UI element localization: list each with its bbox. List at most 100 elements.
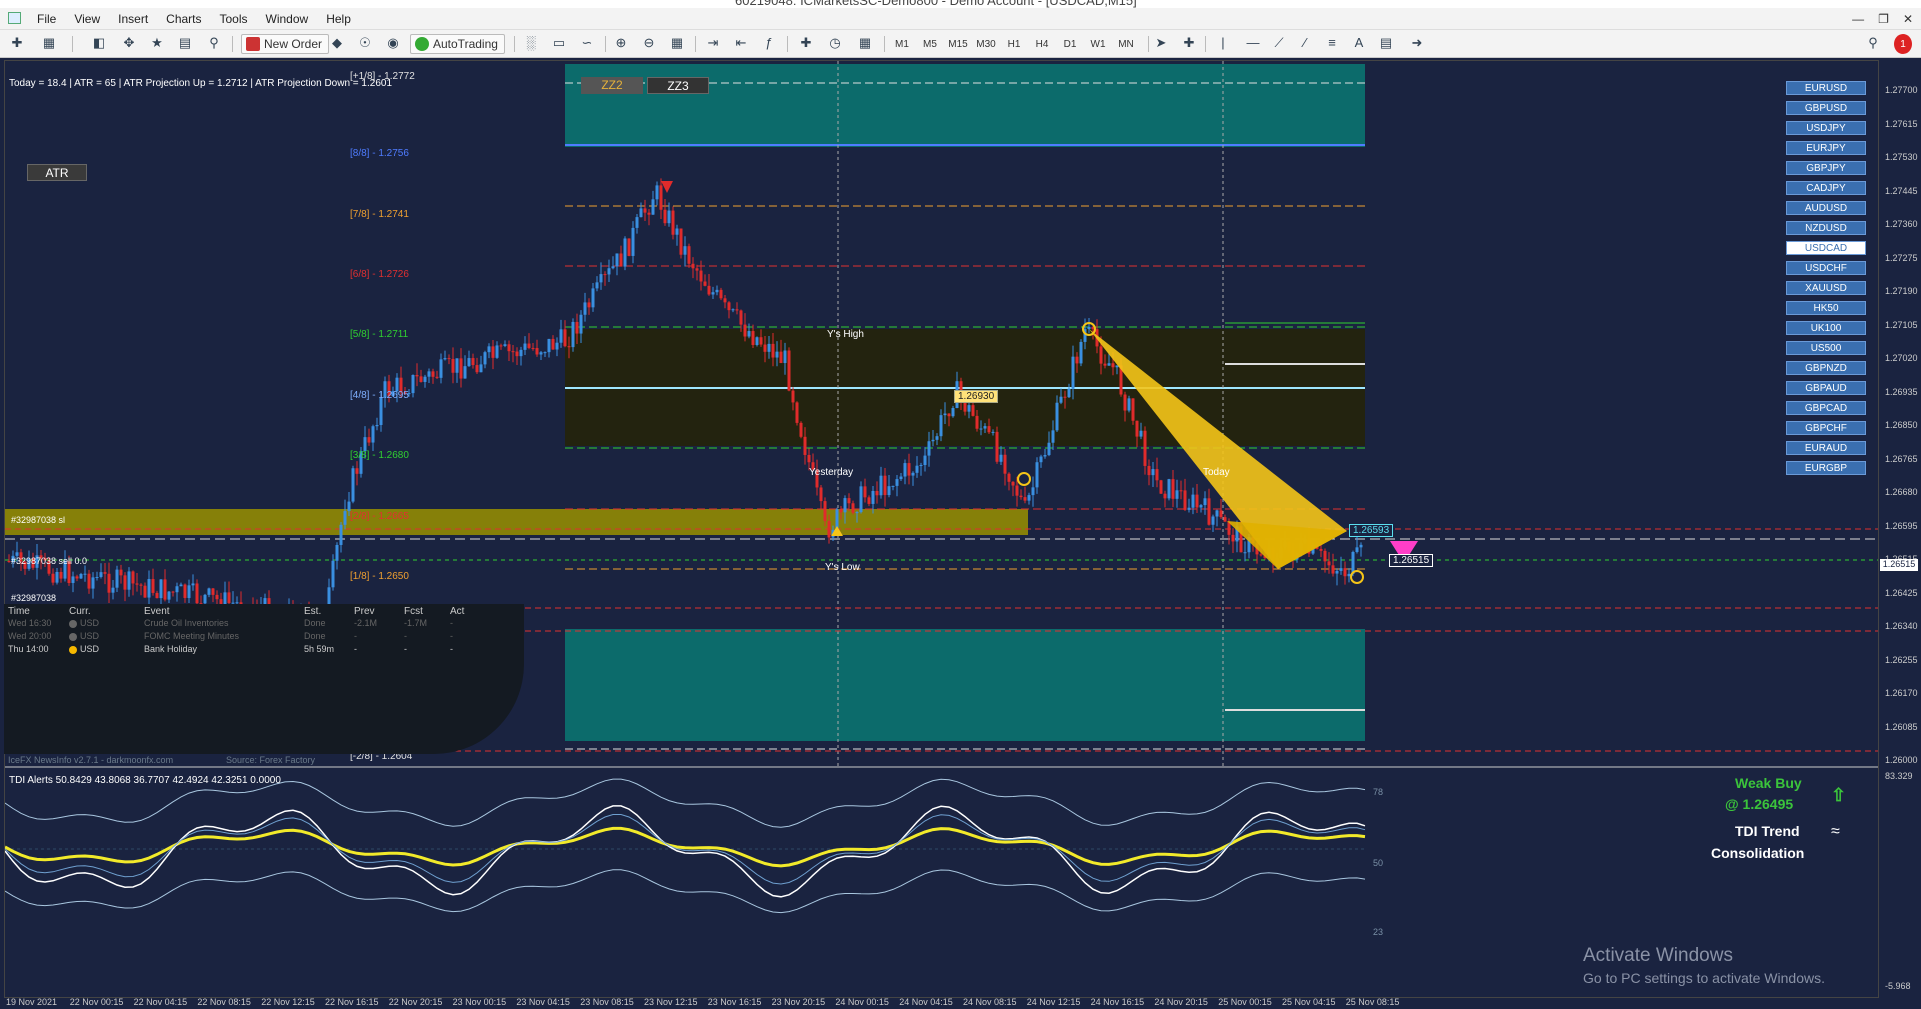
timeframe-m15[interactable]: M15 — [946, 39, 970, 50]
timeframe-m30[interactable]: M30 — [974, 39, 998, 50]
minimize-icon[interactable]: — — [1852, 12, 1864, 26]
templates-icon[interactable]: ▦ — [856, 34, 874, 52]
symbol-button-usdjpy[interactable]: USDJPY — [1786, 121, 1866, 135]
current-price-marker: 1.26515 — [1880, 559, 1918, 571]
symbol-button-uk100[interactable]: UK100 — [1786, 321, 1866, 335]
signals-icon[interactable]: ☉ — [356, 34, 374, 52]
menu-window[interactable]: Window — [257, 12, 318, 26]
price-chart[interactable] — [5, 61, 1879, 998]
timeframe-mn[interactable]: MN — [1114, 39, 1138, 50]
market-icon[interactable]: ◉ — [384, 34, 402, 52]
chart-window[interactable]: Today = 18.4 | ATR = 65 | ATR Projection… — [4, 60, 1879, 998]
symbol-button-gbpcad[interactable]: GBPCAD — [1786, 401, 1866, 415]
date-tick: 22 Nov 08:15 — [197, 997, 251, 1007]
symbol-button-eurjpy[interactable]: EURJPY — [1786, 141, 1866, 155]
horizontal-line-icon[interactable]: — — [1244, 34, 1262, 52]
zoom-in-icon[interactable]: ⊕ — [612, 34, 630, 52]
timeframe-w1[interactable]: W1 — [1086, 39, 1110, 50]
news-header-cell: Time — [8, 606, 30, 617]
candle-body — [883, 475, 887, 496]
timeframe-h1[interactable]: H1 — [1002, 39, 1026, 50]
terminal-icon[interactable]: ▤ — [176, 34, 194, 52]
periods-icon[interactable]: ◷ — [826, 34, 844, 52]
symbol-button-gbpaud[interactable]: GBPAUD — [1786, 381, 1866, 395]
arrows-icon[interactable]: ➜ — [1408, 34, 1426, 52]
candle-body — [495, 345, 499, 358]
menu-charts[interactable]: Charts — [157, 12, 210, 26]
text-icon[interactable]: A — [1350, 34, 1368, 52]
symbol-button-gbpchf[interactable]: GBPCHF — [1786, 421, 1866, 435]
symbol-button-cadjpy[interactable]: CADJPY — [1786, 181, 1866, 195]
market-watch-icon[interactable]: ◧ — [90, 34, 108, 52]
text-label-icon[interactable]: ▤ — [1377, 34, 1395, 52]
symbol-button-eurusd[interactable]: EURUSD — [1786, 81, 1866, 95]
new-order-button[interactable]: New Order — [241, 34, 330, 54]
equidistant-channel-icon[interactable]: ∕ — [1296, 34, 1314, 52]
menu-insert[interactable]: Insert — [109, 12, 157, 26]
symbol-button-gbpnzd[interactable]: GBPNZD — [1786, 361, 1866, 375]
candle-body — [75, 576, 79, 579]
cursor-icon[interactable]: ➤ — [1152, 34, 1170, 52]
tester-icon[interactable]: ⚲ — [205, 34, 223, 52]
candle-body — [1099, 346, 1103, 364]
crosshair-icon[interactable]: ✚ — [1180, 34, 1198, 52]
timeframe-m1[interactable]: M1 — [890, 39, 914, 50]
candle-body — [631, 227, 635, 256]
vertical-line-icon[interactable]: | — [1214, 34, 1232, 52]
autoscroll-icon[interactable]: ⇥ — [704, 34, 722, 52]
bar-chart-icon[interactable]: ░ — [522, 34, 540, 52]
zz3-button[interactable]: ZZ3 — [647, 77, 709, 94]
timeframe-m5[interactable]: M5 — [918, 39, 942, 50]
symbol-button-nzdusd[interactable]: NZDUSD — [1786, 221, 1866, 235]
timeframe-h4[interactable]: H4 — [1030, 39, 1054, 50]
candle-body — [979, 428, 983, 430]
candlestick-icon[interactable]: ▭ — [550, 34, 568, 52]
symbol-button-hk50[interactable]: HK50 — [1786, 301, 1866, 315]
line-chart-icon[interactable]: ∽ — [578, 34, 596, 52]
trendline-icon[interactable]: ⟋ — [1270, 34, 1288, 52]
timeframe-d1[interactable]: D1 — [1058, 39, 1082, 50]
symbol-button-euraud[interactable]: EURAUD — [1786, 441, 1866, 455]
candle-body — [775, 351, 779, 358]
fibonacci-icon[interactable]: ≡ — [1323, 34, 1341, 52]
symbol-button-usdcad[interactable]: USDCAD — [1786, 241, 1866, 255]
symbol-button-usdchf[interactable]: USDCHF — [1786, 261, 1866, 275]
candle-body — [355, 468, 359, 474]
menu-view[interactable]: View — [65, 12, 109, 26]
symbol-button-xauusd[interactable]: XAUUSD — [1786, 281, 1866, 295]
news-cell: - — [450, 644, 453, 654]
price-tick: 1.26765 — [1885, 453, 1918, 464]
restore-icon[interactable]: ❐ — [1878, 12, 1889, 26]
indicators-list-icon[interactable]: ✚ — [797, 34, 815, 52]
candle-body — [1079, 341, 1083, 364]
symbol-button-eurgbp[interactable]: EURGBP — [1786, 461, 1866, 475]
news-cell: -1.7M — [404, 618, 428, 628]
symbol-button-gbpjpy[interactable]: GBPJPY — [1786, 161, 1866, 175]
zoom-out-icon[interactable]: ⊖ — [640, 34, 658, 52]
chart-shift-icon[interactable]: ⇤ — [732, 34, 750, 52]
candle-body — [111, 587, 115, 593]
zz2-button[interactable]: ZZ2 — [581, 77, 643, 94]
menu-tools[interactable]: Tools — [211, 12, 257, 26]
symbol-button-gbpusd[interactable]: GBPUSD — [1786, 101, 1866, 115]
notification-icon[interactable]: 1 — [1894, 34, 1912, 54]
menu-help[interactable]: Help — [317, 12, 360, 26]
candle-body — [1031, 487, 1035, 496]
autotrading-button[interactable]: AutoTrading — [410, 34, 505, 54]
tile-windows-icon[interactable]: ▦ — [668, 34, 686, 52]
profiles-icon[interactable]: ▦ — [40, 34, 58, 52]
atr-button[interactable]: ATR — [27, 164, 87, 181]
impact-dot-icon — [69, 619, 77, 628]
symbol-button-audusd[interactable]: AUDUSD — [1786, 201, 1866, 215]
candle-body — [651, 199, 655, 215]
menu-file[interactable]: File — [28, 12, 65, 26]
navigator-icon[interactable]: ✥ — [120, 34, 138, 52]
candle-body — [967, 405, 971, 412]
close-icon[interactable]: ✕ — [1903, 12, 1913, 26]
new-chart-icon[interactable]: ✚ — [8, 34, 26, 52]
favorites-icon[interactable]: ★ — [148, 34, 166, 52]
metaeditor-icon[interactable]: ◆ — [328, 34, 346, 52]
candle-body — [167, 591, 171, 600]
symbol-button-us500[interactable]: US500 — [1786, 341, 1866, 355]
search-icon[interactable]: ⚲ — [1864, 34, 1882, 52]
